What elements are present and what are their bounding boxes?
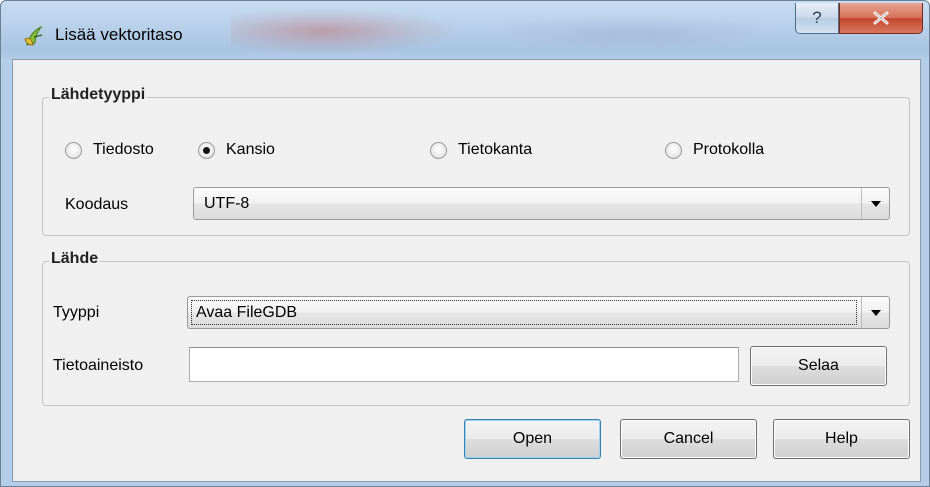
cancel-button[interactable]: Cancel <box>620 419 757 459</box>
title-bar-background-blur-2 <box>481 15 781 51</box>
type-select[interactable]: Avaa FileGDB <box>187 296 890 329</box>
encoding-select[interactable]: UTF-8 <box>193 187 890 220</box>
dialog-window: Lisää vektoritaso ? Lähdetyyppi Tiedosto… <box>0 0 930 487</box>
radio-database[interactable]: Tietokanta <box>430 141 532 159</box>
dataset-label: Tietoaineisto <box>53 357 144 374</box>
radio-database-label: Tietokanta <box>458 141 533 158</box>
radio-file[interactable]: Tiedosto <box>65 141 154 159</box>
encoding-dropdown-button[interactable] <box>861 188 889 219</box>
radio-folder-indicator[interactable] <box>198 141 215 159</box>
radio-folder-label: Kansio <box>226 141 275 158</box>
source-type-group: Lähdetyyppi Tiedosto Kansio Tietokanta P… <box>42 86 910 236</box>
chevron-down-icon <box>870 200 881 207</box>
help-icon: ? <box>812 8 822 27</box>
open-button[interactable]: Open <box>464 419 601 459</box>
radio-protocol-indicator[interactable] <box>665 141 682 159</box>
encoding-label: Koodaus <box>65 196 129 213</box>
dialog-content: Lähdetyyppi Tiedosto Kansio Tietokanta P… <box>12 59 921 482</box>
qgis-icon <box>24 25 43 46</box>
title-bar[interactable]: Lisää vektoritaso ? <box>1 1 929 59</box>
type-dropdown-button[interactable] <box>861 297 889 328</box>
radio-folder[interactable]: Kansio <box>198 141 275 159</box>
browse-button[interactable]: Selaa <box>750 346 887 386</box>
radio-file-indicator[interactable] <box>65 141 82 159</box>
radio-protocol[interactable]: Protokolla <box>665 141 764 159</box>
source-group: Lähde Tyyppi Avaa FileGDB Tietoaineisto … <box>42 250 910 406</box>
source-type-group-title: Lähdetyyppi <box>49 86 148 104</box>
title-help-button[interactable]: ? <box>795 3 839 34</box>
type-label: Tyyppi <box>53 304 100 321</box>
radio-file-label: Tiedosto <box>93 141 154 158</box>
dataset-input[interactable] <box>189 347 739 382</box>
source-group-title: Lähde <box>49 250 101 268</box>
chevron-down-icon <box>870 309 881 316</box>
help-button[interactable]: Help <box>773 419 910 459</box>
encoding-select-value: UTF-8 <box>204 194 250 212</box>
title-close-button[interactable] <box>839 3 923 34</box>
radio-database-indicator[interactable] <box>430 141 447 159</box>
window-title: Lisää vektoritaso <box>55 25 183 44</box>
title-bar-background-blur <box>231 7 461 55</box>
radio-protocol-label: Protokolla <box>693 141 765 158</box>
type-select-value: Avaa FileGDB <box>191 300 857 325</box>
close-icon <box>873 11 889 25</box>
